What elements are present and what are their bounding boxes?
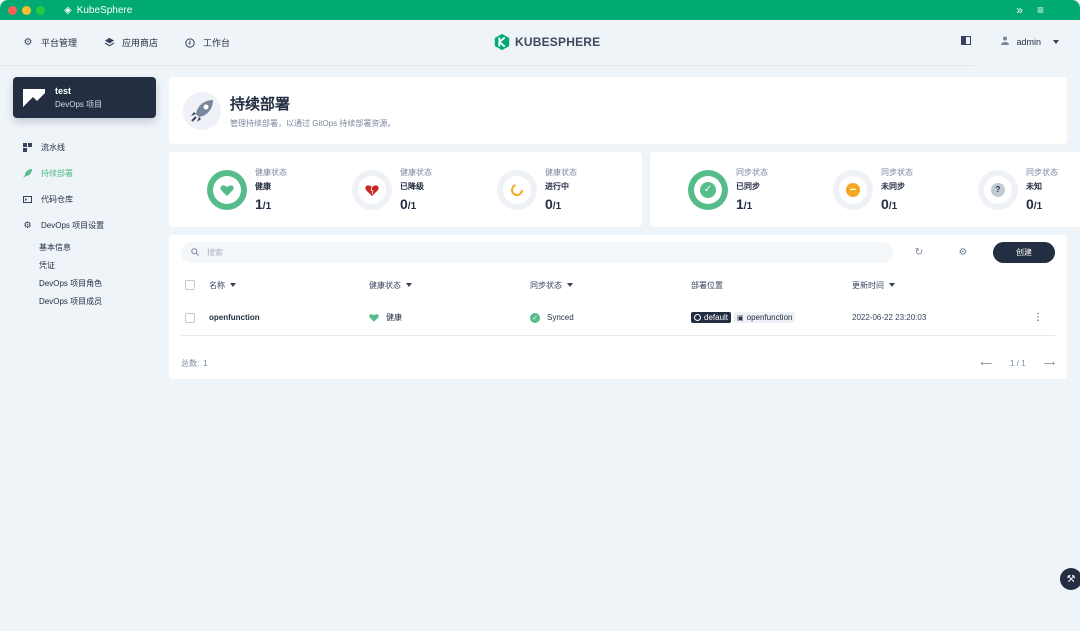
column-health[interactable]: 健康状态 [369, 280, 530, 291]
cluster-icon [694, 314, 701, 321]
caret-down-icon [889, 283, 895, 288]
rocket-icon [23, 168, 32, 178]
caret-down-icon [567, 283, 573, 288]
row-location: default ▣ openfunction [691, 312, 852, 323]
sidebar-subitem-project-members[interactable]: DevOps 项目成员 [13, 292, 156, 310]
sidebar-item-continuous-deployment[interactable]: 持续部署 [13, 160, 156, 186]
column-updated[interactable]: 更新时间 [852, 280, 1022, 291]
search-icon [191, 247, 199, 258]
column-sync[interactable]: 同步状态 [530, 280, 691, 291]
sidebar-item-code-repo[interactable]: 代码仓库 [13, 186, 156, 212]
top-header: ⚙ 平台管理 应用商店 工作台 KUBESPHERE admin [0, 20, 1059, 66]
caret-down-icon [406, 283, 412, 288]
prev-page-icon[interactable]: ⟵ [980, 359, 991, 368]
stats-row: 健康状态 健康 1/1 健康状态 已降级 0/1 健康状态 进行中 0/1 ✓ … [169, 152, 1080, 227]
minus-icon: − [846, 182, 860, 197]
window-title: ◈ KubeSphere [64, 4, 133, 16]
namespace-tag: ▣ openfunction [734, 312, 796, 323]
user-menu[interactable]: admin [1001, 36, 1059, 47]
sidebar: test DevOps 项目 流水线 持续部署 代码仓库 ⚙ DevOps 项目… [13, 77, 156, 310]
stat-synced: ✓ 同步状态 已同步 1/1 [688, 167, 833, 212]
gear-icon[interactable]: ⚙ [953, 243, 973, 263]
close-window-button[interactable] [8, 5, 17, 15]
nav-app-store[interactable]: 应用商店 [103, 36, 158, 49]
row-sync: ✓ Synced [530, 312, 691, 323]
question-icon: ? [991, 182, 1005, 197]
more-icon[interactable]: ⋮ [1033, 312, 1055, 323]
column-location: 部署位置 [691, 280, 723, 290]
stat-progressing: 健康状态 进行中 0/1 [497, 167, 642, 212]
refresh-icon[interactable]: ↻ [909, 243, 929, 263]
stat-healthy: 健康状态 健康 1/1 [207, 167, 352, 212]
create-button[interactable]: 创建 [993, 242, 1055, 263]
kubesphere-logo-icon [494, 33, 510, 51]
user-icon [1001, 36, 1010, 47]
kubesphere-logo[interactable]: KUBESPHERE [493, 33, 600, 51]
table-row[interactable]: openfunction 健康 ✓ Synced default ▣ openf… [181, 300, 1055, 336]
row-name-link[interactable]: openfunction [209, 313, 369, 322]
row-checkbox[interactable] [185, 312, 195, 323]
row-health: 健康 [369, 312, 530, 323]
code-repo-icon [23, 195, 32, 204]
project-type: DevOps 项目 [55, 99, 103, 109]
menu-icon[interactable]: ≡ [1037, 3, 1044, 17]
next-page-icon[interactable]: ⟶ [1044, 359, 1055, 368]
broken-heart-icon [358, 175, 386, 204]
namespace-icon: ▣ [737, 314, 744, 322]
sidebar-item-pipeline[interactable]: 流水线 [13, 134, 156, 160]
table-footer: 总数: 1 ⟵ 1 / 1 ⟶ [181, 359, 1055, 368]
sidebar-subitem-credentials[interactable]: 凭证 [13, 256, 156, 274]
gear-icon: ⚙ [23, 37, 33, 48]
check-icon: ✓ [530, 312, 540, 323]
pipeline-icon [23, 142, 32, 152]
kubesphere-small-icon: ◈ [64, 4, 72, 16]
minimize-window-button[interactable] [22, 5, 31, 15]
page-banner: 持续部署 管理持续部署，以通过 GitOps 持续部署资源。 [169, 77, 1067, 144]
nav-platform-management[interactable]: ⚙ 平台管理 [22, 36, 78, 49]
page-description: 管理持续部署，以通过 GitOps 持续部署资源。 [230, 118, 396, 128]
maximize-window-button[interactable] [36, 5, 45, 15]
sync-status-card: ✓ 同步状态 已同步 1/1 − 同步状态 未同步 0/1 ? 同步状态 未知 … [650, 152, 1080, 227]
double-chevron-right-icon[interactable]: » [1016, 3, 1023, 17]
spinner-icon [503, 175, 531, 204]
sidebar-item-devops-settings[interactable]: ⚙ DevOps 项目设置 [13, 212, 156, 238]
sidebar-menu: 流水线 持续部署 代码仓库 ⚙ DevOps 项目设置 基本信息 凭证 DevO… [13, 134, 156, 310]
column-name[interactable]: 名称 [209, 280, 369, 291]
heart-icon [369, 314, 379, 322]
sidebar-subitem-basic-info[interactable]: 基本信息 [13, 238, 156, 256]
workbench-icon [184, 37, 196, 49]
row-updated: 2022-06-22 23:20:03 [852, 313, 927, 322]
stat-out-of-sync: − 同步状态 未同步 0/1 [833, 167, 978, 212]
layers-icon [103, 37, 115, 49]
title-bar: ◈ KubeSphere » ≡ [0, 0, 1080, 20]
search-input[interactable]: 搜索 [181, 242, 893, 263]
toolbox-button[interactable]: ⚒ [1060, 568, 1080, 590]
heart-icon [213, 175, 241, 204]
nav-workbench[interactable]: 工作台 [184, 36, 230, 49]
project-card[interactable]: test DevOps 项目 [13, 77, 156, 118]
pagination: ⟵ 1 / 1 ⟶ [980, 359, 1055, 368]
select-all-checkbox[interactable] [185, 280, 195, 290]
chevron-down-icon [1053, 39, 1059, 44]
deployments-table: 搜索 ↻ ⚙ 创建 名称 健康状态 同步状态 部署位置 更新时间 openfun… [169, 235, 1067, 379]
page-title: 持续部署 [230, 95, 291, 113]
project-icon [23, 88, 45, 107]
rocket-icon [183, 91, 221, 130]
caret-down-icon [230, 283, 236, 288]
stat-unknown: ? 同步状态 未知 0/1 [978, 167, 1080, 212]
gear-icon: ⚙ [23, 219, 32, 230]
table-header: 名称 健康状态 同步状态 部署位置 更新时间 [181, 270, 1055, 300]
project-name: test [55, 85, 72, 96]
cluster-tag: default [691, 312, 732, 323]
main-content: 持续部署 管理持续部署，以通过 GitOps 持续部署资源。 健康状态 健康 1… [169, 77, 1080, 379]
health-status-card: 健康状态 健康 1/1 健康状态 已降级 0/1 健康状态 进行中 0/1 [169, 152, 642, 227]
app-window: ◈ KubeSphere » ≡ ⚙ 平台管理 应用商店 工作台 KUBESPH… [0, 0, 1080, 631]
stat-degraded: 健康状态 已降级 0/1 [352, 167, 497, 212]
hammer-icon: ⚒ [1066, 573, 1076, 585]
check-icon: ✓ [700, 181, 716, 198]
sidebar-subitem-project-roles[interactable]: DevOps 项目角色 [13, 274, 156, 292]
theme-toggle-icon[interactable] [961, 36, 972, 47]
table-toolbar: 搜索 ↻ ⚙ 创建 [169, 235, 1067, 270]
